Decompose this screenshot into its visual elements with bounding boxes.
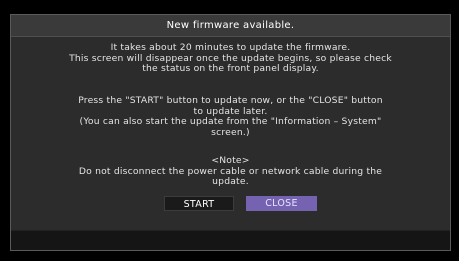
instructions-message: Press the "START" button to update now, … — [11, 95, 450, 138]
tv-screen: New firmware available. It takes about 2… — [0, 0, 459, 261]
message-line: Press the "START" button to update now, … — [78, 95, 383, 106]
close-button[interactable]: CLOSE — [246, 196, 317, 211]
message-line: the status on the front panel display. — [142, 63, 319, 75]
footer-bar — [11, 230, 450, 250]
note-message: <Note> Do not disconnect the power cable… — [11, 155, 450, 188]
message-line: screen.) — [211, 126, 250, 138]
message-line: It takes about 20 minutes to update the … — [110, 42, 351, 53]
update-duration-message: It takes about 20 minutes to update the … — [11, 42, 450, 75]
note-heading: <Note> — [211, 155, 250, 166]
dialog-title: New firmware available. — [11, 15, 450, 37]
button-row: START CLOSE — [11, 196, 450, 211]
start-button[interactable]: START — [164, 196, 234, 211]
message-line: update. — [212, 176, 249, 188]
firmware-update-dialog: New firmware available. It takes about 2… — [10, 14, 451, 251]
